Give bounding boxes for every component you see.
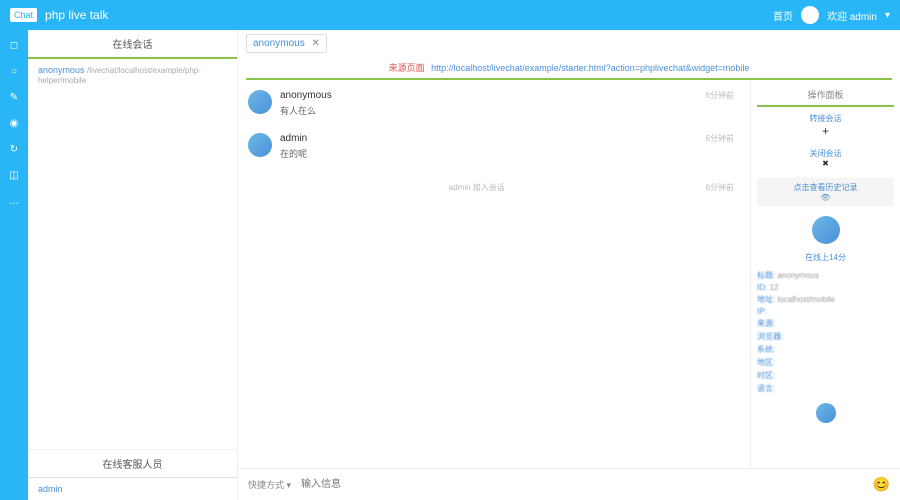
close-label: 关闭会话 [757,148,894,159]
info-row: 浏览器: [757,330,894,343]
avatar-icon [248,133,272,157]
info-row: IP: [757,306,894,317]
msg-text: 在的呢 [280,147,307,160]
msg-name: admin [280,133,307,144]
source-url[interactable]: http://localhost/livechat/example/starte… [431,63,749,73]
message-input[interactable] [297,475,867,494]
x-icon: ✖ [757,159,894,168]
sys-time: 6分钟前 [706,182,734,193]
main-pane: anonymous ✕ 来源页面 http://localhost/livech… [238,30,900,500]
agents-title: 在线客服人员 [28,450,237,478]
info-row: 地区: [757,356,894,369]
welcome-text: 欢迎 admin [827,8,877,23]
visitor-avatar [812,216,840,244]
agents-panel: 在线客服人员 admin [28,449,237,500]
visitor-info: 在线上14分 标题: anonymousID: 12地址: localhost/… [757,216,894,423]
plus-icon: + [757,124,894,138]
history-action[interactable]: 点击查看历史记录 👁 [757,178,894,206]
active-sessions-title: 在线会话 [28,30,237,59]
eye-icon: 👁 [761,193,890,202]
app-header: Chat php live talk 首页 欢迎 admin ▾ [0,0,900,30]
info-row: 地址: localhost/mobile [757,293,894,306]
nav-icon-4[interactable]: ◉ [7,116,21,130]
chat-tab[interactable]: anonymous ✕ [246,34,327,53]
conversation-item[interactable]: anonymous /livechat/localhost/example/ph… [28,59,237,91]
chat-message: admin 在的呢 6分钟前 [248,133,740,160]
msg-time: 6分钟前 [706,90,734,101]
close-icon[interactable]: ✕ [311,38,319,49]
history-label: 点击查看历史记录 [761,182,890,193]
system-message: admin 加入会话 6分钟前 [248,176,740,199]
user-menu-caret[interactable]: ▾ [885,10,890,21]
header-right: 首页 欢迎 admin ▾ [773,6,890,24]
msg-name: anonymous [280,90,332,101]
input-bar: 快捷方式 ▾ 😊 [238,468,900,500]
nav-icon-1[interactable]: ◻ [7,38,21,52]
info-row: 时区: [757,369,894,382]
tab-label: anonymous [253,38,305,49]
nav-icon-5[interactable]: ↻ [7,142,21,156]
info-row: ID: 12 [757,282,894,293]
close-session-action[interactable]: 关闭会话 ✖ [757,148,894,168]
nav-icon-7[interactable]: … [7,194,21,208]
visitor-status: 在线上14分 [757,252,894,263]
msg-time: 6分钟前 [706,133,734,144]
avatar-icon [248,90,272,114]
visitor-avatar-small [816,403,836,423]
sys-text: admin 加入会话 [449,183,505,192]
source-label: 来源页面 [389,63,425,73]
info-row: 来源: [757,317,894,330]
nav-icon-3[interactable]: ✎ [7,90,21,104]
shortcut-menu[interactable]: 快捷方式 ▾ [248,478,291,491]
nav-home[interactable]: 首页 [773,8,793,23]
emoji-icon[interactable]: 😊 [873,476,890,493]
source-url-bar: 来源页面 http://localhost/livechat/example/s… [246,57,892,80]
msg-text: 有人在么 [280,104,332,117]
chat-message: anonymous 有人在么 6分钟前 [248,90,740,117]
transfer-action[interactable]: 转接会话 + [757,113,894,138]
info-row: 系统: [757,343,894,356]
side-title: 操作面板 [757,84,894,107]
nav-icon-2[interactable]: ○ [7,64,21,78]
message-list: anonymous 有人在么 6分钟前 admin 在的呢 6分钟前 admin… [238,80,750,468]
nav-icon-6[interactable]: ◫ [7,168,21,182]
info-row: 语言: [757,382,894,395]
info-row: 标题: anonymous [757,269,894,282]
chat-tabs: anonymous ✕ [238,30,900,57]
left-pane: 在线会话 anonymous /livechat/localhost/examp… [28,30,238,500]
conversation-list: anonymous /livechat/localhost/example/ph… [28,59,237,449]
logo: Chat [10,8,37,22]
avatar[interactable] [801,6,819,24]
icon-sidebar: ◻ ○ ✎ ◉ ↻ ◫ … [0,30,28,500]
side-panel: 操作面板 转接会话 + 关闭会话 ✖ 点击查看历史记录 👁 在线上14分 标题:… [750,80,900,468]
chat-area: anonymous 有人在么 6分钟前 admin 在的呢 6分钟前 admin… [238,80,900,468]
app-title: php live talk [45,8,773,22]
transfer-label: 转接会话 [757,113,894,124]
conversation-name: anonymous [38,65,85,75]
app-body: ◻ ○ ✎ ◉ ↻ ◫ … 在线会话 anonymous /livechat/l… [0,30,900,500]
agent-item[interactable]: admin [28,478,237,500]
